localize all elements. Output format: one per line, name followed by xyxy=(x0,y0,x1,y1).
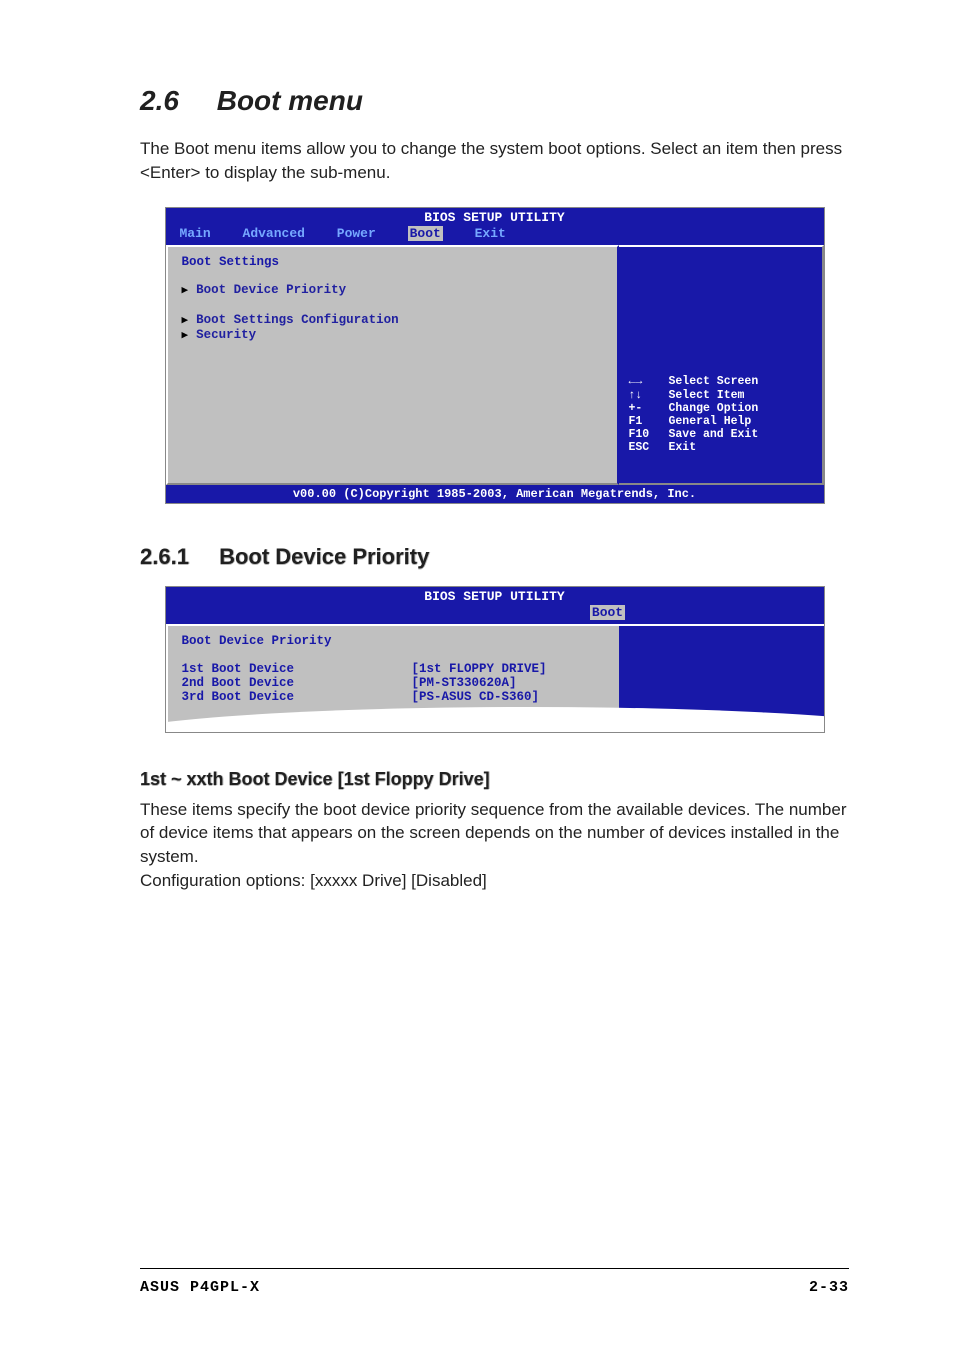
section-number: 2.6 xyxy=(140,85,179,117)
help-action: Select Item xyxy=(669,389,745,402)
bios-panel-title: Boot Device Priority xyxy=(182,634,605,648)
bios-tab-power[interactable]: Power xyxy=(337,226,376,241)
bios-tab-boot[interactable]: Boot xyxy=(590,605,625,620)
help-key: +- xyxy=(629,402,669,415)
submenu-boot-settings-config[interactable]: ▶ Boot Settings Configuration xyxy=(182,313,603,327)
triangle-icon: ▶ xyxy=(182,328,189,342)
page-footer: ASUS P4GPL-X 2-33 xyxy=(140,1268,849,1296)
subsection-heading: 2.6.1 Boot Device Priority xyxy=(140,544,849,570)
boot-device-row-1[interactable]: 1st Boot Device [1st FLOPPY DRIVE] xyxy=(182,662,605,676)
option-heading: 1st ~ xxth Boot Device [1st Floppy Drive… xyxy=(140,769,849,790)
footer-page-number: 2-33 xyxy=(809,1279,849,1296)
help-key: ESC xyxy=(629,441,669,454)
boot-device-row-3[interactable]: 3rd Boot Device [PS-ASUS CD-S360] xyxy=(182,690,605,704)
bios-help-panel: ←→Select Screen ↑↓Select Item +-Change O… xyxy=(619,245,824,485)
bios-tab-main[interactable]: Main xyxy=(180,226,211,241)
intro-paragraph: The Boot menu items allow you to change … xyxy=(140,137,849,185)
submenu-boot-device-priority[interactable]: ▶ Boot Device Priority xyxy=(182,283,603,297)
bios-help-keys: ←→Select Screen ↑↓Select Item +-Change O… xyxy=(629,375,759,454)
bios-menubar: Main Advanced Power Boot Exit xyxy=(166,225,824,245)
subsection-title-text: Boot Device Priority xyxy=(219,544,429,569)
help-key: F10 xyxy=(629,428,669,441)
help-action: General Help xyxy=(669,415,752,428)
help-key: F1 xyxy=(629,415,669,428)
boot-device-label: 1st Boot Device xyxy=(182,662,412,676)
section-title-text: Boot menu xyxy=(217,85,363,116)
boot-device-row-2[interactable]: 2nd Boot Device [PM-ST330620A] xyxy=(182,676,605,690)
help-action: Change Option xyxy=(669,402,759,415)
section-heading: 2.6 Boot menu xyxy=(140,85,849,117)
bios-tab-exit[interactable]: Exit xyxy=(475,226,506,241)
footer-model: ASUS P4GPL-X xyxy=(140,1279,260,1296)
help-action: Select Screen xyxy=(669,375,759,388)
bios-body: Boot Settings ▶ Boot Device Priority ▶ B… xyxy=(166,245,824,485)
bios-tab-boot[interactable]: Boot xyxy=(408,226,443,241)
option-description: These items specify the boot device prio… xyxy=(140,798,849,869)
submenu-security[interactable]: ▶ Security xyxy=(182,328,603,342)
boot-device-value: [1st FLOPPY DRIVE] xyxy=(412,662,547,676)
submenu-label: Security xyxy=(196,328,256,342)
help-action: Exit xyxy=(669,441,697,454)
bios-utility-title: BIOS SETUP UTILITY xyxy=(166,587,824,604)
bios-menubar: Boot xyxy=(166,604,824,624)
boot-device-label: 2nd Boot Device xyxy=(182,676,412,690)
help-action: Save and Exit xyxy=(669,428,759,441)
bios-tab-advanced[interactable]: Advanced xyxy=(243,226,305,241)
bios-screenshot-boot-settings: BIOS SETUP UTILITY Main Advanced Power B… xyxy=(165,207,825,504)
triangle-icon: ▶ xyxy=(182,313,189,327)
subsection-number: 2.6.1 xyxy=(140,544,189,570)
submenu-label: Boot Device Priority xyxy=(196,283,346,297)
bios-utility-title: BIOS SETUP UTILITY xyxy=(166,208,824,225)
boot-device-label: 3rd Boot Device xyxy=(182,690,412,704)
help-key: ↑↓ xyxy=(629,389,669,402)
bios-copyright-footer: v00.00 (C)Copyright 1985-2003, American … xyxy=(166,485,824,503)
help-key: ←→ xyxy=(629,375,669,388)
bios-left-panel: Boot Settings ▶ Boot Device Priority ▶ B… xyxy=(166,245,619,485)
bios-panel-title: Boot Settings xyxy=(182,255,603,269)
option-config-line: Configuration options: [xxxxx Drive] [Di… xyxy=(140,869,849,893)
boot-device-value: [PS-ASUS CD-S360] xyxy=(412,690,540,704)
boot-device-value: [PM-ST330620A] xyxy=(412,676,517,690)
submenu-label: Boot Settings Configuration xyxy=(196,313,399,327)
bios-screenshot-device-priority: BIOS SETUP UTILITY Boot Boot Device Prio… xyxy=(165,586,825,733)
bios-body: Boot Device Priority 1st Boot Device [1s… xyxy=(166,624,824,732)
triangle-icon: ▶ xyxy=(182,283,189,297)
